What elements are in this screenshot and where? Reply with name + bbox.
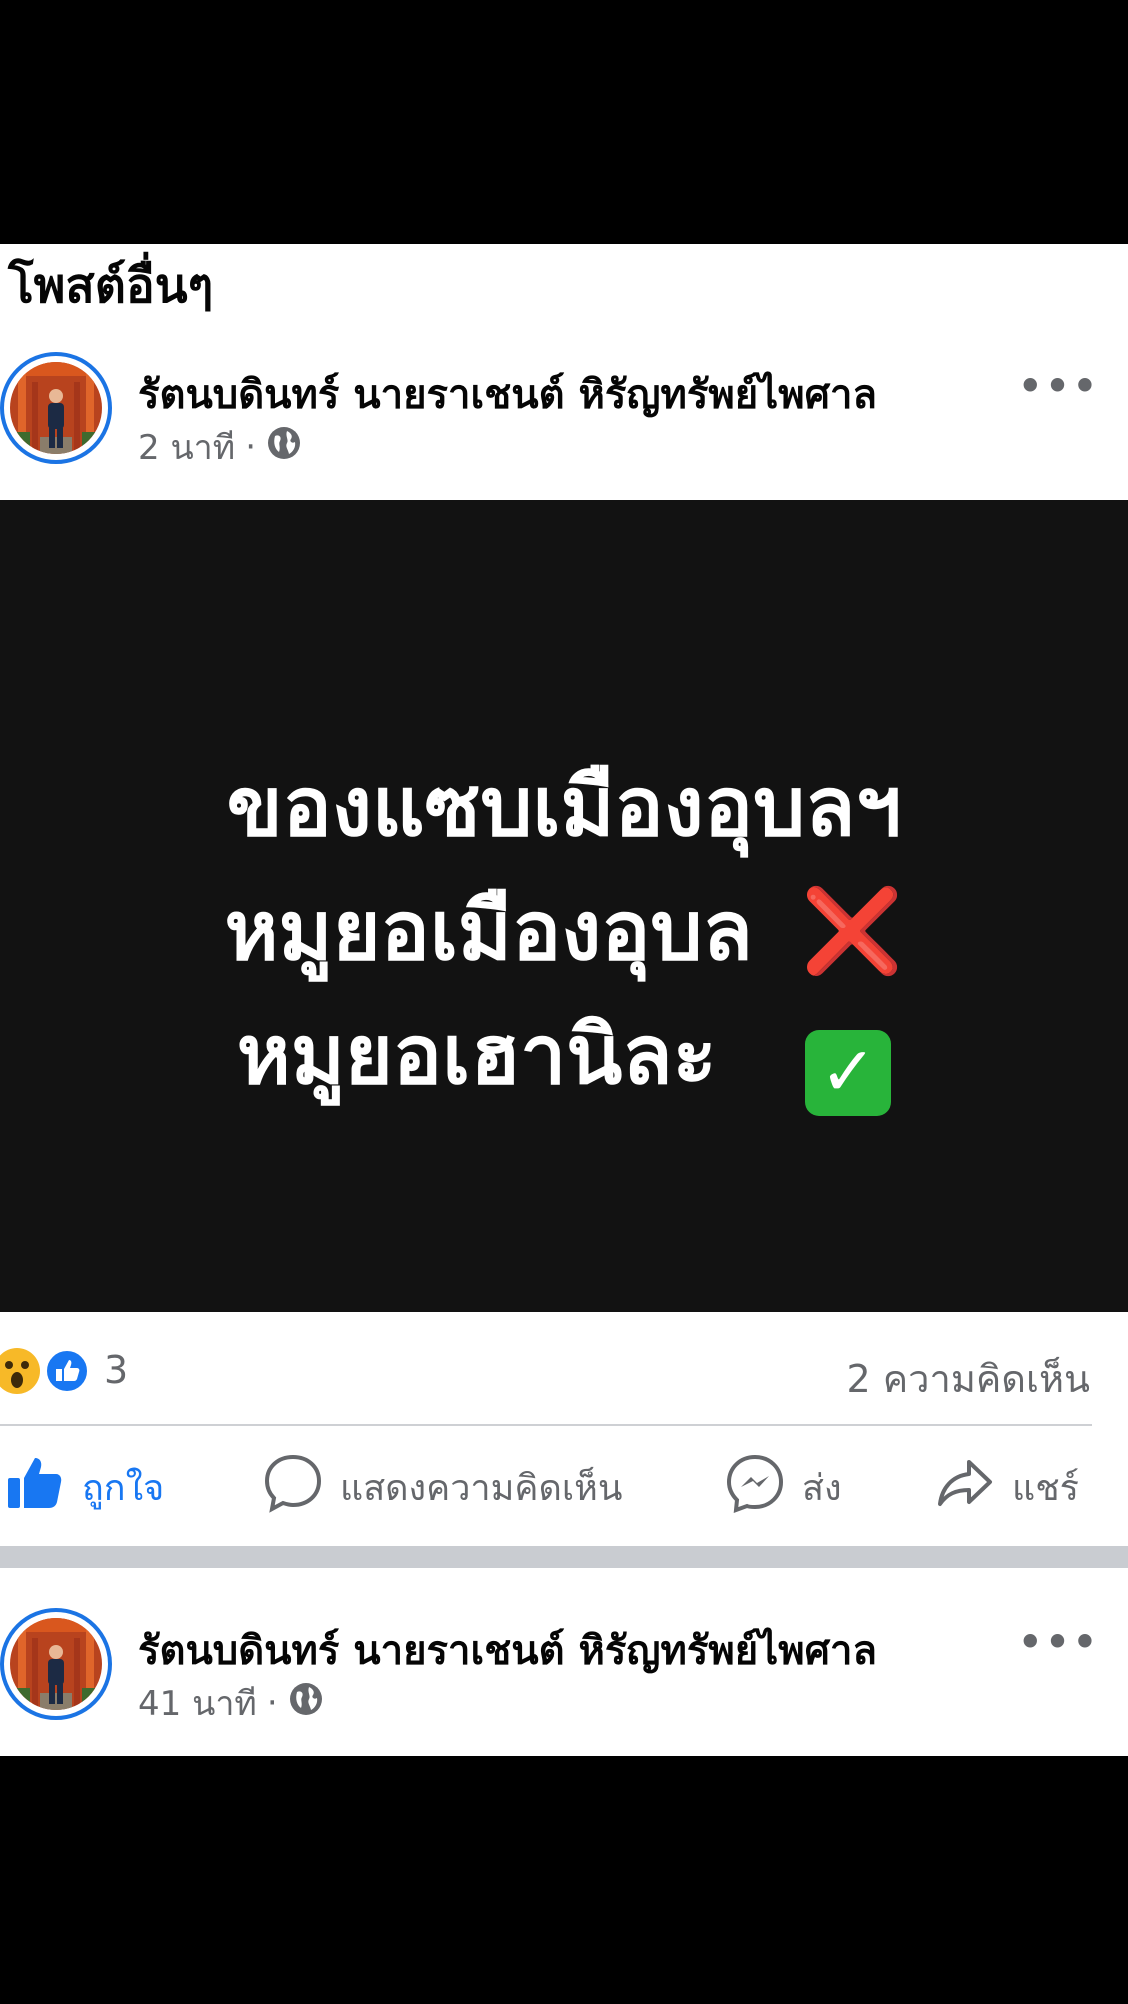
top-letterbox <box>0 0 1128 244</box>
post-separator <box>0 1546 1128 1568</box>
reactions-summary[interactable]: 3 2 ความคิดเห็น <box>0 1340 1128 1402</box>
post-meta: 2 นาที · <box>138 420 302 474</box>
comment-button[interactable]: แสดงความคิดเห็น <box>262 1444 622 1530</box>
image-line-3: หมูยอเฮานิละ ✓ <box>0 990 1128 1120</box>
messenger-icon <box>724 1452 786 1523</box>
action-bar: ถูกใจ แสดงความคิดเห็น ส่ง แชร์ <box>0 1444 1128 1530</box>
post-image[interactable]: ของแซบเมืองอุบลฯ หมูยอเมืองอุบล ❌ หมูยอเ… <box>0 500 1128 1312</box>
like-reaction-icon <box>44 1348 90 1394</box>
more-options-icon[interactable]: ••• <box>1018 364 1100 408</box>
post-time[interactable]: 2 นาที <box>138 420 235 474</box>
globe-icon <box>266 425 302 470</box>
speech-bubble-icon <box>262 1452 324 1523</box>
thumbs-up-icon <box>4 1452 66 1523</box>
globe-icon <box>288 1681 324 1726</box>
post-header: รัตนบดินทร์ นายราเชนต์ หิรัญทรัพย์ไพศาล … <box>0 352 1128 472</box>
meta-separator: · <box>266 1683 278 1723</box>
avatar[interactable] <box>0 1608 112 1720</box>
avatar-photo <box>10 1618 102 1710</box>
divider <box>0 1424 1092 1426</box>
avatar-photo <box>10 362 102 454</box>
section-title: โพสต์อื่นๆ <box>8 258 214 314</box>
image-line-2-text: หมูยอเมืองอุบล <box>224 884 753 979</box>
image-line-1: ของแซบเมืองอุบลฯ <box>226 760 902 855</box>
send-label: ส่ง <box>802 1467 842 1509</box>
author-name[interactable]: รัตนบดินทร์ นายราเชนต์ หิรัญทรัพย์ไพศาล <box>138 362 877 426</box>
post-time[interactable]: 41 นาที <box>138 1676 257 1730</box>
meta-separator: · <box>245 427 256 467</box>
image-line-2: หมูยอเมืองอุบล ❌ <box>0 866 1128 996</box>
send-button[interactable]: ส่ง <box>724 1444 842 1530</box>
post-header-2: รัตนบดินทร์ นายราเชนต์ หิรัญทรัพย์ไพศาล … <box>0 1608 1128 1728</box>
share-arrow-icon <box>934 1452 996 1523</box>
bottom-letterbox <box>0 1756 1128 2004</box>
share-label: แชร์ <box>1012 1467 1079 1509</box>
author-name[interactable]: รัตนบดินทร์ นายราเชนต์ หิรัญทรัพย์ไพศาล <box>138 1618 877 1682</box>
avatar[interactable] <box>0 352 112 464</box>
wow-reaction-icon <box>0 1348 40 1394</box>
reaction-count: 3 <box>104 1348 129 1392</box>
check-mark-icon: ✓ <box>805 1030 892 1116</box>
like-label: ถูกใจ <box>82 1467 165 1509</box>
image-line-3-text: หมูยอเฮานิละ <box>236 1008 717 1103</box>
cross-mark-icon: ❌ <box>801 884 904 979</box>
comment-count[interactable]: 2 ความคิดเห็น <box>846 1348 1090 1409</box>
post-meta: 41 นาที · <box>138 1676 324 1730</box>
comment-label: แสดงความคิดเห็น <box>340 1467 623 1509</box>
share-button[interactable]: แชร์ <box>934 1444 1079 1530</box>
more-options-icon[interactable]: ••• <box>1018 1620 1100 1664</box>
like-button[interactable]: ถูกใจ <box>4 1444 164 1530</box>
